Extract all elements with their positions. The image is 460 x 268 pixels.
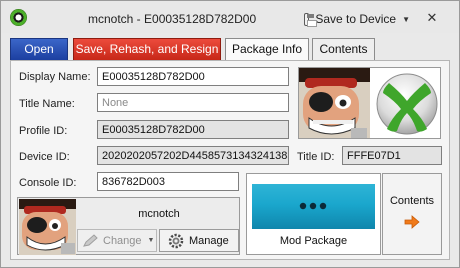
display-name-field[interactable]: E00035128D782D00 xyxy=(97,67,289,86)
contents-button[interactable] xyxy=(382,173,442,255)
avatar[interactable] xyxy=(19,199,76,255)
title-name-field[interactable]: None xyxy=(97,93,289,112)
tab-package-info[interactable]: Package Info xyxy=(225,38,309,61)
xbox-logo-icon xyxy=(376,73,438,135)
console-id-field[interactable]: 836782D003 xyxy=(97,172,239,191)
ellipsis-icon xyxy=(299,202,327,210)
gamertag-label: mcnotch xyxy=(138,208,180,220)
app-window: mcnotch - E00035128D782D00 Save to Devic… xyxy=(0,0,460,268)
profile-id-field[interactable]: E00035128D782D00 xyxy=(97,120,289,139)
title-id-label: Title ID: xyxy=(297,151,335,163)
display-name-label: Display Name: xyxy=(19,71,91,83)
xbox-logo-icon xyxy=(10,9,27,26)
title-id-field[interactable]: FFFE07D1 xyxy=(342,146,442,165)
tab-save-rehash-resign[interactable]: Save, Rehash, and Resign xyxy=(73,38,221,60)
device-id-label: Device ID: xyxy=(19,151,70,163)
manage-button[interactable]: Manage xyxy=(159,229,239,252)
pencil-icon xyxy=(83,233,98,247)
save-to-device-button[interactable]: Save to Device ▼ xyxy=(304,10,410,28)
contents-button-label: Contents xyxy=(389,195,435,207)
manage-button-label: Manage xyxy=(189,234,229,247)
title-image-box xyxy=(298,67,441,139)
window-title: mcnotch - E00035128D782D00 xyxy=(88,12,257,26)
tab-contents[interactable]: Contents xyxy=(312,38,375,60)
arrow-right-icon xyxy=(404,215,420,229)
change-button-label: Change xyxy=(103,234,142,247)
title-name-label: Title Name: xyxy=(19,98,75,110)
mod-package-label: Mod Package xyxy=(279,235,348,247)
change-button[interactable]: Change ▼ xyxy=(77,229,157,252)
profile-id-label: Profile ID: xyxy=(19,125,68,137)
tab-open[interactable]: Open xyxy=(10,38,68,60)
title-bar: mcnotch - E00035128D782D00 Save to Devic… xyxy=(1,1,459,33)
floppy-disk-icon xyxy=(304,12,318,27)
close-icon[interactable]: ✕ xyxy=(426,11,438,24)
console-id-label: Console ID: xyxy=(19,177,77,189)
chevron-down-icon: ▼ xyxy=(402,14,410,24)
save-to-device-label: Save to Device xyxy=(315,12,397,26)
device-id-field[interactable]: 2020202057202D44585731343241383 xyxy=(97,146,289,165)
chevron-down-icon: ▼ xyxy=(147,237,155,244)
gear-icon xyxy=(168,233,184,248)
mod-package-thumbnail xyxy=(252,184,375,229)
